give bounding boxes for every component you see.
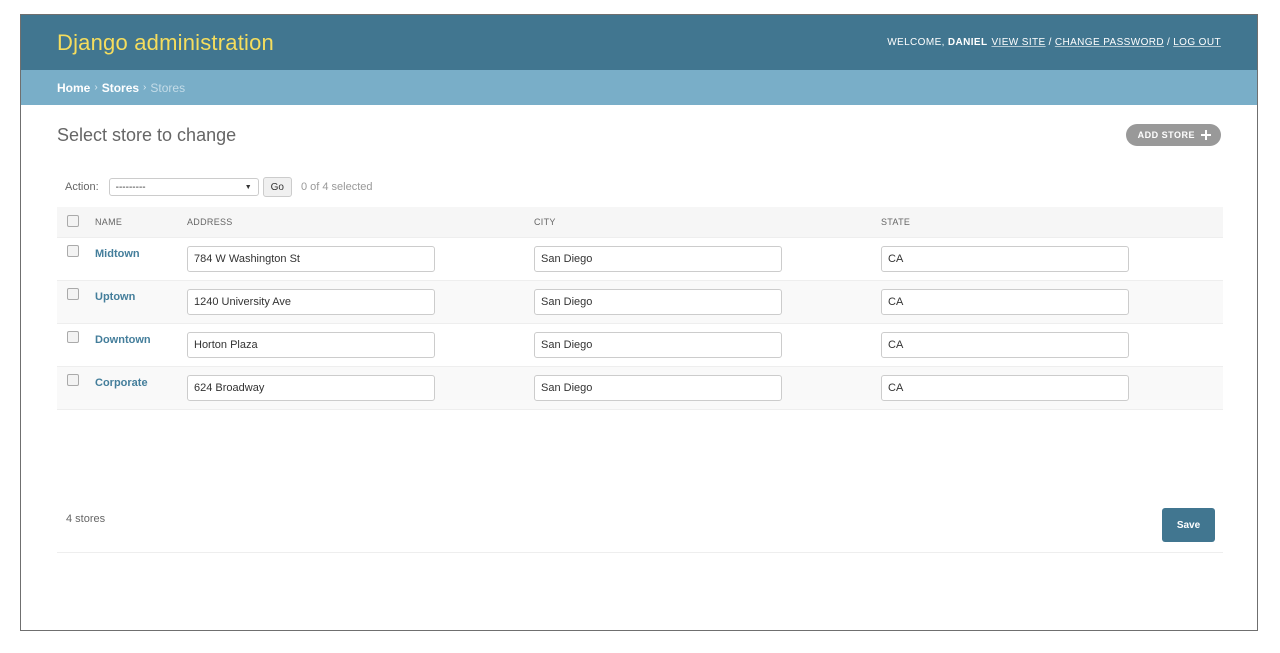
table-row: Downtown	[57, 323, 1223, 367]
address-cell	[187, 323, 534, 367]
city-input[interactable]	[534, 246, 782, 272]
action-select[interactable]: --------- ▼	[108, 178, 259, 196]
paginator: 4 stores Save	[57, 495, 1223, 553]
column-header-name[interactable]: NAME	[95, 207, 187, 238]
row-checkbox-cell	[57, 237, 95, 281]
column-header-state[interactable]: STATE	[881, 207, 1223, 238]
column-header-address[interactable]: ADDRESS	[187, 207, 534, 238]
admin-window: Django administration WELCOME, DANIEL VI…	[20, 14, 1258, 631]
name-cell: Uptown	[95, 280, 187, 324]
column-header-city[interactable]: CITY	[534, 207, 881, 238]
row-checkbox-cell	[57, 280, 95, 324]
breadcrumb-separator: ›	[94, 82, 98, 93]
name-cell: Midtown	[95, 237, 187, 281]
name-cell: Downtown	[95, 323, 187, 367]
save-button[interactable]: Save	[1162, 508, 1215, 542]
plus-icon	[1201, 130, 1211, 140]
log-out-link[interactable]: LOG OUT	[1173, 37, 1221, 48]
state-input[interactable]	[881, 332, 1129, 358]
action-bar: Action: --------- ▼ Go 0 of 4 selected	[65, 177, 373, 197]
city-input[interactable]	[534, 375, 782, 401]
add-store-label: ADD STORE	[1137, 130, 1195, 140]
separator: /	[1167, 37, 1171, 48]
state-cell	[881, 237, 1223, 281]
address-input[interactable]	[187, 246, 435, 272]
page-title: Select store to change	[57, 125, 237, 145]
header: Django administration WELCOME, DANIEL VI…	[21, 15, 1257, 70]
breadcrumb-app[interactable]: Stores	[102, 81, 139, 95]
store-name-link[interactable]: Downtown	[95, 334, 151, 346]
store-name-link[interactable]: Midtown	[95, 248, 140, 260]
separator: /	[1048, 37, 1052, 48]
row-checkbox-cell	[57, 323, 95, 367]
action-label: Action:	[65, 181, 99, 193]
row-checkbox-cell	[57, 366, 95, 410]
breadcrumb-home[interactable]: Home	[57, 81, 90, 95]
username: DANIEL	[947, 37, 988, 48]
address-cell	[187, 237, 534, 281]
breadcrumb-separator: ›	[143, 82, 147, 93]
breadcrumb: Home › Stores › Stores	[21, 70, 1257, 105]
welcome-text: WELCOME,	[887, 37, 945, 48]
city-cell	[534, 323, 881, 367]
table-header-row: NAME ADDRESS CITY STATE	[57, 207, 1223, 238]
table-row: Corporate	[57, 366, 1223, 410]
city-cell	[534, 366, 881, 410]
state-cell	[881, 280, 1223, 324]
city-input[interactable]	[534, 332, 782, 358]
header-checkbox-cell	[57, 207, 95, 238]
state-cell	[881, 366, 1223, 410]
change-password-link[interactable]: CHANGE PASSWORD	[1055, 37, 1164, 48]
site-branding[interactable]: Django administration	[57, 30, 274, 56]
store-name-link[interactable]: Uptown	[95, 291, 135, 303]
name-cell: Corporate	[95, 366, 187, 410]
table-row: Midtown	[57, 237, 1223, 281]
city-cell	[534, 280, 881, 324]
view-site-link[interactable]: VIEW SITE	[991, 37, 1045, 48]
results-table: NAME ADDRESS CITY STATE Midtown 784 W Wa…	[57, 207, 1223, 410]
city-cell	[534, 237, 881, 281]
go-button[interactable]: Go	[262, 177, 292, 197]
state-cell	[881, 323, 1223, 367]
row-checkbox[interactable]	[67, 245, 79, 257]
row-checkbox[interactable]	[67, 374, 79, 386]
action-selected-value: ---------	[115, 181, 146, 193]
selection-counter: 0 of 4 selected	[300, 181, 373, 193]
add-store-button[interactable]: ADD STORE	[1125, 124, 1221, 146]
address-cell	[187, 366, 534, 410]
chevron-down-icon: ▼	[244, 183, 252, 191]
select-all-checkbox[interactable]	[67, 215, 79, 227]
state-input[interactable]	[881, 289, 1129, 315]
breadcrumb-current: Stores	[150, 80, 186, 95]
address-cell	[187, 280, 534, 324]
state-input[interactable]	[881, 375, 1129, 401]
row-checkbox[interactable]	[67, 331, 79, 343]
city-input[interactable]	[534, 289, 782, 315]
table-row: Uptown	[57, 280, 1223, 324]
address-input[interactable]	[187, 375, 435, 401]
result-count: 4 stores	[66, 513, 106, 525]
user-tools: WELCOME, DANIEL VIEW SITE / CHANGE PASSW…	[887, 37, 1221, 48]
address-input[interactable]	[187, 289, 435, 315]
store-name-link[interactable]: Corporate	[95, 377, 148, 389]
state-input[interactable]	[881, 246, 1129, 272]
row-checkbox[interactable]	[67, 288, 79, 300]
address-input[interactable]	[187, 332, 435, 358]
